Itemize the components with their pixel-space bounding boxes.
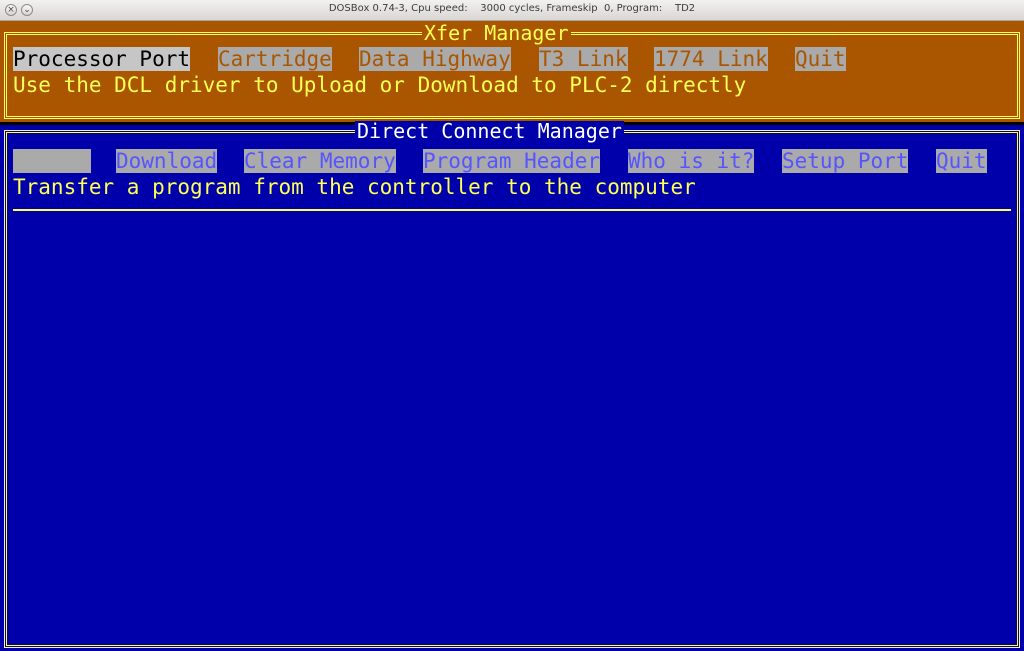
direct-connect-manager-menu: Download Clear Memory Program Header Who…	[7, 149, 1017, 173]
direct-connect-manager-description: Transfer a program from the controller t…	[13, 175, 696, 199]
menu-item-download[interactable]: Download	[116, 149, 218, 173]
direct-connect-manager-title: Direct Connect Manager	[355, 119, 624, 143]
menu-item-quit[interactable]: Quit	[936, 149, 987, 173]
xfer-manager-description: Use the DCL driver to Upload or Download…	[13, 73, 747, 97]
window-titlebar: × ⌄ DOSBox 0.74-3, Cpu speed: 3000 cycle…	[0, 0, 1024, 21]
xfer-manager-menu: Processor Port Cartridge Data Highway T3…	[7, 47, 1017, 71]
menu-item-setup-port[interactable]: Setup Port	[782, 149, 909, 173]
direct-connect-manager-panel: Direct Connect Manager Download Clear Me…	[0, 121, 1024, 651]
menu-item-1774-link[interactable]: 1774 Link	[654, 47, 768, 71]
divider-line	[13, 209, 1011, 211]
menu-item-who-is-it[interactable]: Who is it?	[628, 149, 755, 173]
dos-screen: Xfer Manager Processor Port Cartridge Da…	[0, 21, 1024, 651]
menu-item-upload[interactable]	[13, 149, 91, 173]
xfer-manager-panel: Xfer Manager Processor Port Cartridge Da…	[0, 21, 1024, 122]
menu-item-processor-port[interactable]: Processor Port	[13, 47, 191, 71]
menu-item-quit[interactable]: Quit	[795, 47, 846, 71]
xfer-manager-title: Xfer Manager	[422, 21, 571, 45]
window-title: DOSBox 0.74-3, Cpu speed: 3000 cycles, F…	[328, 3, 696, 14]
menu-item-clear-memory[interactable]: Clear Memory	[244, 149, 396, 173]
menu-item-data-highway[interactable]: Data Highway	[359, 47, 511, 71]
xfer-manager-frame: Xfer Manager Processor Port Cartridge Da…	[4, 23, 1020, 119]
menu-item-cartridge[interactable]: Cartridge	[218, 47, 332, 71]
menu-item-t3-link[interactable]: T3 Link	[539, 47, 628, 71]
menu-item-program-header[interactable]: Program Header	[423, 149, 601, 173]
direct-connect-manager-frame: Direct Connect Manager Download Clear Me…	[4, 121, 1020, 648]
